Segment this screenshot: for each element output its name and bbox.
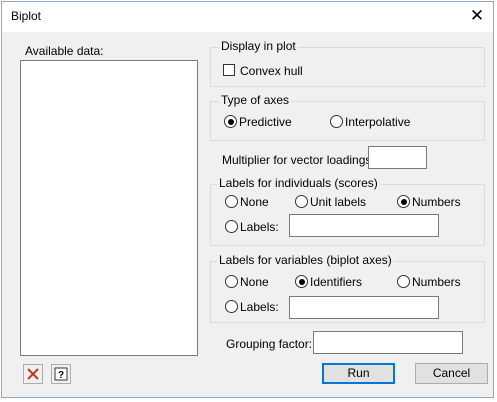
help-icon[interactable]: ? — [51, 364, 71, 384]
predictive-label[interactable]: Predictive — [239, 115, 292, 129]
svg-text:?: ? — [58, 370, 64, 381]
variables-identifiers-radio[interactable] — [295, 275, 308, 288]
run-button[interactable]: Run — [322, 363, 395, 384]
variables-none-radio[interactable] — [225, 275, 238, 288]
individuals-none-label[interactable]: None — [240, 195, 269, 209]
individuals-none-radio[interactable] — [225, 195, 238, 208]
variables-labels-input[interactable] — [289, 296, 439, 319]
variables-labels-radio[interactable] — [225, 300, 238, 313]
variables-none-label[interactable]: None — [240, 275, 269, 289]
multiplier-label: Multiplier for vector loadings: — [222, 153, 375, 167]
available-data-list[interactable] — [20, 60, 198, 356]
individuals-numbers-label[interactable]: Numbers — [412, 195, 461, 209]
grouping-factor-label: Grouping factor: — [226, 337, 313, 351]
multiplier-input[interactable] — [368, 146, 427, 169]
interpolative-radio[interactable] — [330, 115, 343, 128]
variables-numbers-label[interactable]: Numbers — [412, 275, 461, 289]
close-icon[interactable]: ✕ — [464, 5, 490, 27]
individuals-unit-labels-label[interactable]: Unit labels — [310, 195, 366, 209]
display-in-plot-title: Display in plot — [219, 39, 298, 53]
grouping-factor-input[interactable] — [313, 331, 463, 354]
individuals-labels-label[interactable]: Labels: — [240, 220, 279, 234]
convex-hull-checkbox[interactable] — [223, 64, 235, 76]
labels-individuals-title: Labels for individuals (scores) — [217, 176, 380, 190]
variables-identifiers-label[interactable]: Identifiers — [310, 275, 362, 289]
variables-labels-label[interactable]: Labels: — [240, 300, 279, 314]
title-bar: Biplot ✕ — [2, 2, 493, 32]
convex-hull-label[interactable]: Convex hull — [240, 64, 303, 78]
individuals-labels-radio[interactable] — [225, 220, 238, 233]
predictive-radio[interactable] — [224, 115, 237, 128]
individuals-numbers-radio[interactable] — [397, 195, 410, 208]
available-data-label: Available data: — [25, 44, 104, 58]
cancel-button[interactable]: Cancel — [415, 363, 488, 384]
dialog-window: Biplot ✕ Available data: Display in plot… — [1, 1, 494, 398]
variables-numbers-radio[interactable] — [397, 275, 410, 288]
window-title: Biplot — [11, 9, 42, 23]
clear-icon[interactable] — [23, 364, 43, 384]
individuals-unit-labels-radio[interactable] — [295, 195, 308, 208]
interpolative-label[interactable]: Interpolative — [345, 115, 410, 129]
labels-variables-title: Labels for variables (biplot axes) — [217, 253, 394, 267]
individuals-labels-input[interactable] — [289, 214, 439, 237]
type-of-axes-title: Type of axes — [219, 93, 292, 107]
